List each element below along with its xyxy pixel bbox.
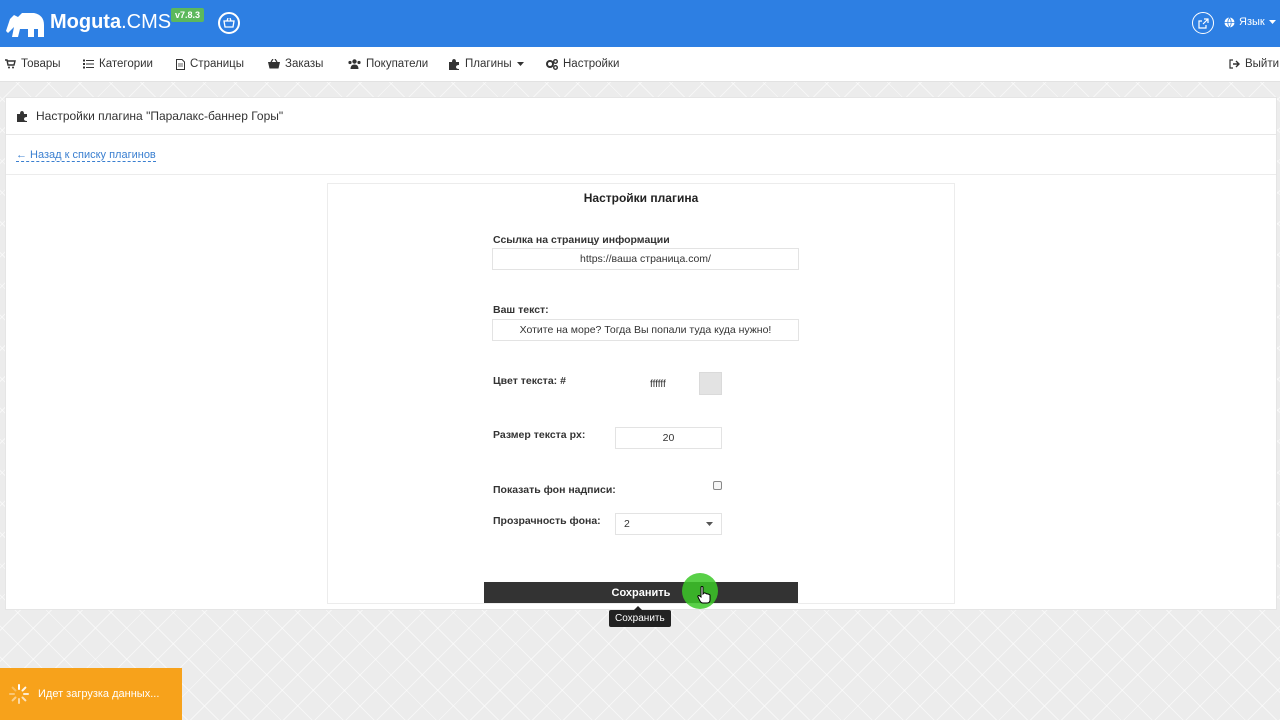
nav-item-products[interactable]: Товары (5, 58, 61, 70)
page-title: Настройки плагина "Паралакс-баннер Горы" (36, 109, 284, 123)
users-icon (348, 59, 361, 69)
divider (6, 174, 1276, 175)
size-label: Размер текста px: (493, 429, 586, 441)
logo-text[interactable]: Moguta.CMS (50, 11, 171, 34)
nav-item-label: Товары (21, 58, 61, 70)
top-header: Moguta.CMS v7.8.3 Язык (0, 0, 1280, 47)
form-title: Настройки плагина (583, 191, 699, 205)
nav-item-label: Настройки (563, 58, 620, 70)
size-input[interactable] (615, 427, 722, 449)
loading-text: Идет загрузка данных... (38, 688, 160, 700)
spinner-icon (9, 684, 29, 704)
plugin-settings-panel: Настройки плагина "Паралакс-баннер Горы"… (5, 97, 1277, 610)
chevron-down-icon (516, 61, 524, 66)
settings-form: Настройки плагина Ссылка на страницу инф… (327, 183, 955, 604)
nav-item-plugins[interactable]: Плагины (449, 58, 524, 70)
save-tooltip: Сохранить (609, 606, 671, 627)
storefront-button[interactable] (218, 12, 240, 34)
version-badge: v7.8.3 (171, 8, 205, 22)
bg-label: Показать фон надписи: (493, 484, 616, 496)
color-label: Цвет текста: # (493, 375, 566, 387)
nav-item-pages[interactable]: Страницы (176, 58, 244, 70)
puzzle-icon (17, 110, 27, 122)
logo-name: Moguta (50, 11, 122, 33)
logo-suffix: .CMS (121, 11, 172, 33)
link-label: Ссылка на страницу информации (493, 234, 670, 246)
nav-item-settings[interactable]: Настройки (546, 58, 619, 70)
color-value[interactable]: ffffff (650, 379, 666, 390)
chevron-down-icon (706, 521, 713, 526)
logout-label: Выйти (1245, 58, 1280, 70)
basket-icon (223, 18, 235, 28)
opacity-select[interactable]: 2 (615, 513, 722, 535)
bear-logo-icon[interactable] (4, 9, 46, 39)
show-bg-checkbox[interactable] (713, 481, 722, 490)
color-swatch[interactable] (699, 372, 722, 395)
save-button[interactable]: Сохранить (484, 582, 798, 603)
cart-icon (5, 59, 16, 69)
puzzle-icon (449, 58, 459, 70)
nav-item-label: Заказы (285, 58, 324, 70)
sign-out-icon (1229, 59, 1240, 69)
open-site-button[interactable] (1192, 12, 1214, 34)
file-icon (176, 58, 185, 70)
page-title-bar: Настройки плагина "Паралакс-баннер Горы" (6, 98, 1276, 135)
link-input[interactable] (492, 248, 799, 270)
back-to-plugins-link[interactable]: ← Назад к списку плагинов (16, 149, 156, 162)
text-label: Ваш текст: (493, 304, 549, 316)
hand-pointer-icon (697, 586, 711, 604)
gears-icon (546, 58, 558, 70)
language-selector[interactable]: Язык (1224, 16, 1276, 28)
list-icon (83, 59, 94, 69)
nav-item-label: Страницы (190, 58, 244, 70)
loading-notification: Идет загрузка данных... (0, 668, 182, 720)
nav-item-label: Категории (99, 58, 153, 70)
external-link-icon (1197, 17, 1209, 29)
logout-button[interactable]: Выйти (1229, 58, 1279, 70)
nav-item-label: Покупатели (366, 58, 429, 70)
nav-item-categories[interactable]: Категории (83, 58, 153, 70)
nav-item-label: Плагины (465, 58, 512, 70)
opacity-label: Прозрачность фона: (493, 515, 601, 527)
language-label: Язык (1239, 16, 1265, 28)
nav-item-customers[interactable]: Покупатели (348, 58, 428, 70)
main-nav: Товары Категории Страницы Заказы Покупат… (0, 47, 1280, 82)
chevron-down-icon (1268, 19, 1276, 24)
basket-icon (268, 59, 280, 69)
text-input[interactable] (492, 319, 799, 341)
opacity-value: 2 (624, 518, 630, 530)
nav-item-orders[interactable]: Заказы (268, 58, 323, 70)
globe-icon (1224, 16, 1235, 28)
